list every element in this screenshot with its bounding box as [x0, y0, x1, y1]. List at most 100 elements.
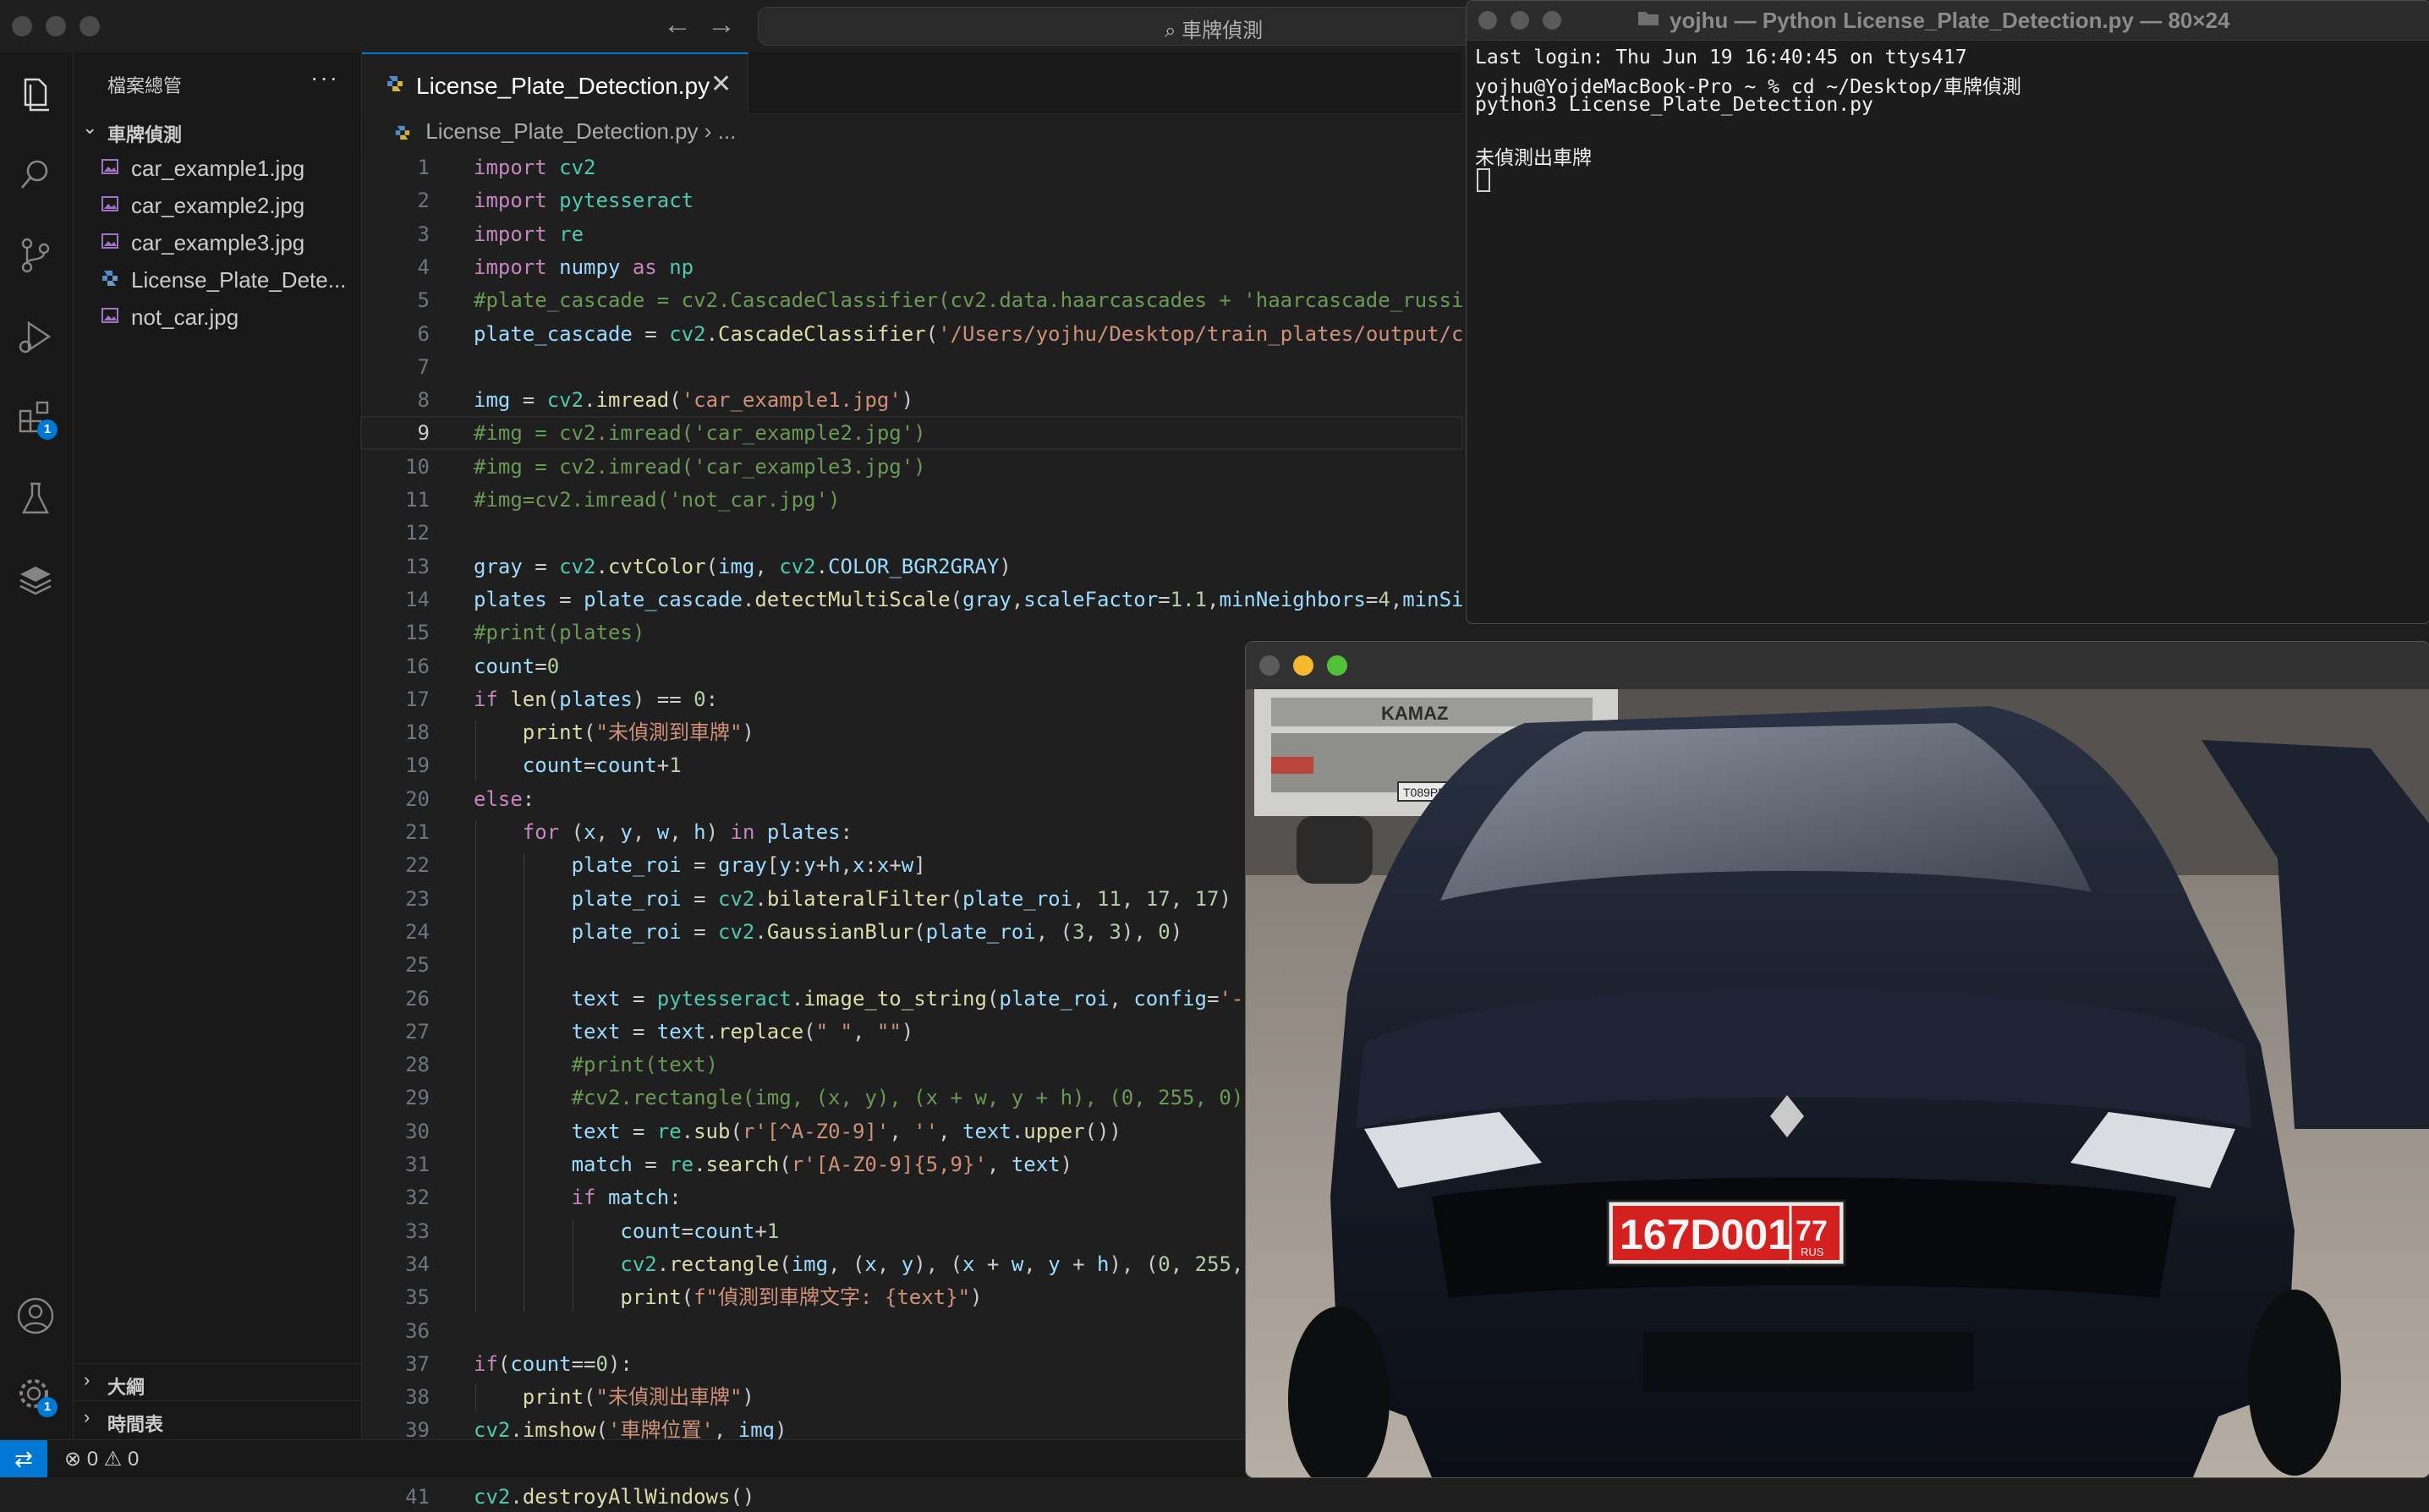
- code-text: if(count==0):: [474, 1351, 633, 1376]
- code-line[interactable]: 14 plates = plate_cascade.detectMultiScal…: [362, 584, 1463, 615]
- line-number: 34: [405, 1252, 430, 1276]
- code-line[interactable]: 3 import re: [362, 219, 1461, 249]
- tab-license-plate-detection[interactable]: License_Plate_Detection.py ✕: [362, 52, 748, 115]
- file-item[interactable]: License_Plate_Dete...: [74, 260, 361, 298]
- code-text: #cv2.rectangle(img, (x, y), (x + w, y + …: [571, 1086, 1244, 1110]
- file-item[interactable]: car_example2.jpg: [74, 186, 361, 223]
- line-number: 24: [405, 919, 430, 944]
- code-text: import numpy as np: [474, 255, 694, 279]
- code-line[interactable]: 41 cv2.destroyAllWindows(): [362, 1482, 1461, 1512]
- code-text: text = text.replace(" ", ""): [571, 1019, 914, 1044]
- code-line[interactable]: 12: [362, 518, 1461, 548]
- testing-flask-icon[interactable]: [14, 477, 58, 521]
- source-control-icon[interactable]: [14, 233, 58, 277]
- file-item[interactable]: car_example3.jpg: [74, 223, 361, 260]
- outline-label: 大綱: [107, 1377, 145, 1398]
- line-number: 38: [405, 1385, 430, 1410]
- line-number: 12: [405, 521, 430, 545]
- minimize-window-button[interactable]: [46, 16, 66, 36]
- code-text: import re: [474, 222, 584, 246]
- code-line[interactable]: 11 #img=cv2.imread('not_car.jpg'): [362, 485, 1461, 515]
- viewer-minimize-button[interactable]: [1293, 655, 1313, 676]
- line-number: 22: [405, 853, 430, 878]
- line-number: 9: [417, 421, 430, 446]
- code-line[interactable]: 10 #img = cv2.imread('car_example3.jpg'): [362, 452, 1461, 482]
- code-text: cv2.rectangle(img, (x, y), (x + w, y + h…: [620, 1252, 1244, 1276]
- code-text: plate_cascade = cv2.CascadeClassifier('/…: [474, 321, 1464, 346]
- terminal-close-button[interactable]: [1478, 11, 1497, 30]
- code-line[interactable]: 8 img = cv2.imread('car_example1.jpg'): [362, 385, 1461, 415]
- line-number: 32: [405, 1186, 430, 1210]
- search-icon[interactable]: [14, 152, 58, 196]
- terminal-minimize-button[interactable]: [1511, 11, 1529, 30]
- line-number: 35: [405, 1285, 430, 1310]
- code-line[interactable]: 6 plate_cascade = cv2.CascadeClassifier('…: [362, 319, 1464, 349]
- license-plate: 167D001 77 RUS: [1606, 1199, 1846, 1267]
- breadcrumb-rest: › ...: [698, 118, 737, 144]
- back-arrow-icon[interactable]: ←: [663, 8, 692, 41]
- timeline-section[interactable]: › 時間表: [74, 1400, 361, 1437]
- line-number: 21: [405, 820, 430, 844]
- file-item[interactable]: not_car.jpg: [74, 298, 361, 335]
- line-number: 13: [405, 554, 430, 578]
- file-name: License_Plate_Dete...: [131, 267, 347, 293]
- line-number: 3: [417, 222, 430, 246]
- viewer-zoom-button[interactable]: [1327, 655, 1347, 676]
- code-line[interactable]: 13 gray = cv2.cvtColor(img, cv2.COLOR_BGR…: [362, 551, 1461, 582]
- breadcrumb[interactable]: License_Plate_Detection.py › ...: [394, 118, 736, 152]
- explorer-title: 檔案總管: [107, 75, 183, 96]
- settings-gear-icon[interactable]: 1: [14, 1373, 58, 1417]
- code-text: print("未偵測出車牌"): [522, 1385, 754, 1410]
- viewer-close-button[interactable]: [1259, 655, 1280, 676]
- remote-indicator-icon[interactable]: ⇄: [0, 1440, 47, 1477]
- settings-badge: 1: [37, 1397, 58, 1417]
- line-number: 5: [417, 288, 430, 313]
- layers-icon[interactable]: [14, 558, 58, 602]
- more-actions-icon[interactable]: ···: [310, 64, 339, 91]
- terminal-line: 未偵測出車牌: [1475, 147, 1592, 169]
- close-window-button[interactable]: [12, 16, 32, 36]
- account-icon[interactable]: [14, 1294, 58, 1338]
- code-text: count=0: [474, 654, 560, 678]
- outline-section[interactable]: › 大綱: [74, 1363, 361, 1400]
- terminal-title-bar: yojhu — Python License_Plate_Detection.p…: [1467, 1, 2429, 41]
- chevron-down-icon: ⌄: [82, 117, 98, 138]
- code-line[interactable]: 7: [362, 352, 1461, 382]
- image-viewer-window[interactable]: KAMAZ Т089РЕ177 167D001 77 RUS: [1245, 641, 2429, 1478]
- code-line[interactable]: 1 import cv2: [362, 152, 1461, 183]
- image-file-icon: [101, 308, 118, 323]
- line-number: 18: [405, 720, 430, 745]
- file-item[interactable]: car_example1.jpg: [74, 149, 361, 186]
- terminal-window[interactable]: yojhu — Python License_Plate_Detection.p…: [1466, 0, 2429, 624]
- breadcrumb-file: License_Plate_Detection.py: [425, 118, 699, 144]
- run-debug-icon[interactable]: [14, 315, 58, 359]
- code-line[interactable]: 4 import numpy as np: [362, 252, 1461, 282]
- line-number: 41: [405, 1485, 430, 1509]
- code-text: import cv2: [474, 156, 596, 179]
- file-name: car_example2.jpg: [131, 193, 305, 218]
- line-number: 17: [405, 687, 430, 711]
- code-line[interactable]: 2 import pytesseract: [362, 185, 1461, 216]
- code-text: #print(plates): [474, 621, 645, 645]
- extensions-icon[interactable]: 1: [14, 396, 58, 440]
- line-number: 33: [405, 1219, 430, 1243]
- line-number: 10: [405, 454, 430, 479]
- python-file-icon: [395, 125, 410, 140]
- code-line[interactable]: 9 #img = cv2.imread('car_example2.jpg'): [360, 416, 1463, 451]
- folder-row[interactable]: ⌄ 車牌偵測: [74, 113, 361, 147]
- terminal-line: Last login: Thu Jun 19 16:40:45 on ttys4…: [1475, 47, 1967, 68]
- terminal-cursor: [1477, 168, 1490, 192]
- code-text: #print(text): [571, 1053, 718, 1077]
- explorer-icon[interactable]: [14, 71, 58, 115]
- forward-arrow-icon[interactable]: →: [707, 8, 736, 41]
- code-text: plate_roi = cv2.GaussianBlur(plate_roi, …: [571, 919, 1183, 944]
- code-text: for (x, y, w, h) in plates:: [522, 820, 853, 844]
- problems-indicator[interactable]: ⊗ 0 ⚠ 0: [64, 1447, 139, 1471]
- terminal-zoom-button[interactable]: [1543, 11, 1561, 30]
- car-photo: KAMAZ Т089РЕ177 167D001 77 RUS: [1246, 689, 2429, 1477]
- zoom-window-button[interactable]: [80, 16, 100, 36]
- timeline-label: 時間表: [107, 1414, 164, 1435]
- line-number: 19: [405, 753, 430, 778]
- close-tab-icon[interactable]: ✕: [710, 69, 732, 99]
- code-line[interactable]: 5 #plate_cascade = cv2.CascadeClassifier(…: [362, 285, 1464, 315]
